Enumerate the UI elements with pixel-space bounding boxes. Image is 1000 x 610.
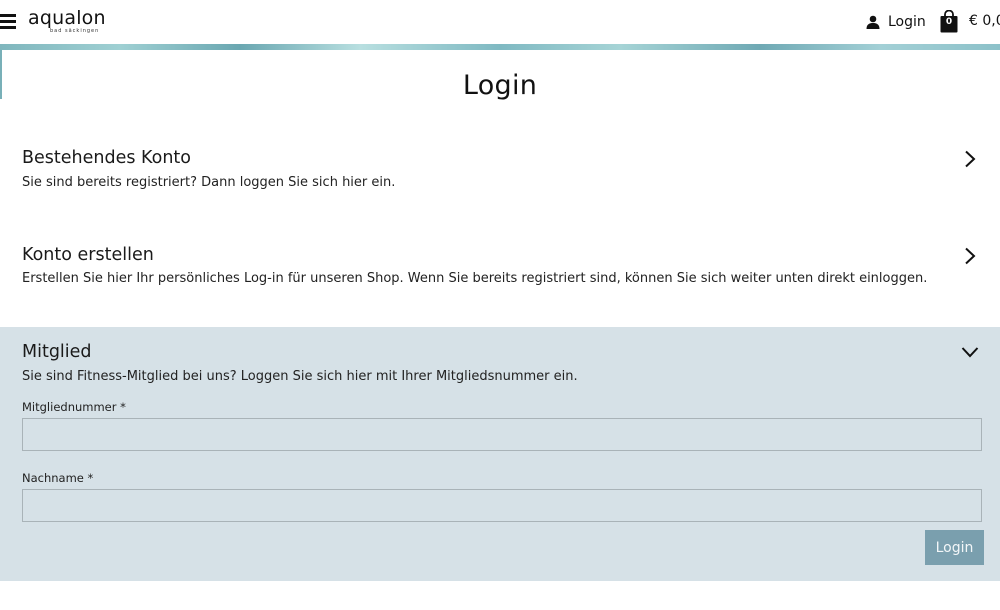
- create-account-description: Erstellen Sie hier Ihr persönliches Log-…: [22, 271, 928, 286]
- cart-total[interactable]: € 0,00: [969, 13, 1000, 29]
- chevron-right-icon[interactable]: [961, 247, 979, 265]
- member-description: Sie sind Fitness-Mitglied bei uns? Logge…: [22, 369, 578, 384]
- lastname-input[interactable]: [22, 489, 982, 522]
- member-number-label: Mitgliednummer *: [22, 400, 126, 414]
- existing-account-description: Sie sind bereits registriert? Dann logge…: [22, 175, 396, 190]
- existing-account-title: Bestehendes Konto: [22, 148, 191, 168]
- site-header: aqualon bad säckingen Login 0 € 0,00: [0, 0, 1000, 44]
- member-title: Mitglied: [22, 342, 92, 362]
- page-title: Login: [462, 70, 538, 101]
- header-login-link[interactable]: Login: [866, 13, 926, 31]
- header-banner: [0, 44, 1000, 50]
- header-login-label: Login: [888, 14, 926, 30]
- logo[interactable]: aqualon bad säckingen: [28, 7, 106, 34]
- chevron-right-icon[interactable]: [961, 150, 979, 168]
- menu-icon[interactable]: [0, 14, 16, 30]
- user-icon: [866, 15, 880, 29]
- create-account-title: Konto erstellen: [22, 245, 154, 265]
- logo-subtext: bad säckingen: [50, 28, 100, 34]
- logo-text: aqualon: [28, 7, 106, 29]
- chevron-down-icon[interactable]: [961, 343, 979, 361]
- member-login-section: Mitglied Sie sind Fitness-Mitglied bei u…: [0, 327, 1000, 581]
- existing-account-section[interactable]: Bestehendes Konto Sie sind bereits regis…: [0, 140, 1000, 220]
- shopping-bag-icon[interactable]: 0: [940, 9, 958, 33]
- lastname-label: Nachname *: [22, 471, 94, 485]
- cart-count: 0: [945, 17, 953, 27]
- member-number-input[interactable]: [22, 418, 982, 451]
- create-account-section[interactable]: Konto erstellen Erstellen Sie hier Ihr p…: [0, 237, 1000, 317]
- member-login-button[interactable]: Login: [925, 530, 984, 565]
